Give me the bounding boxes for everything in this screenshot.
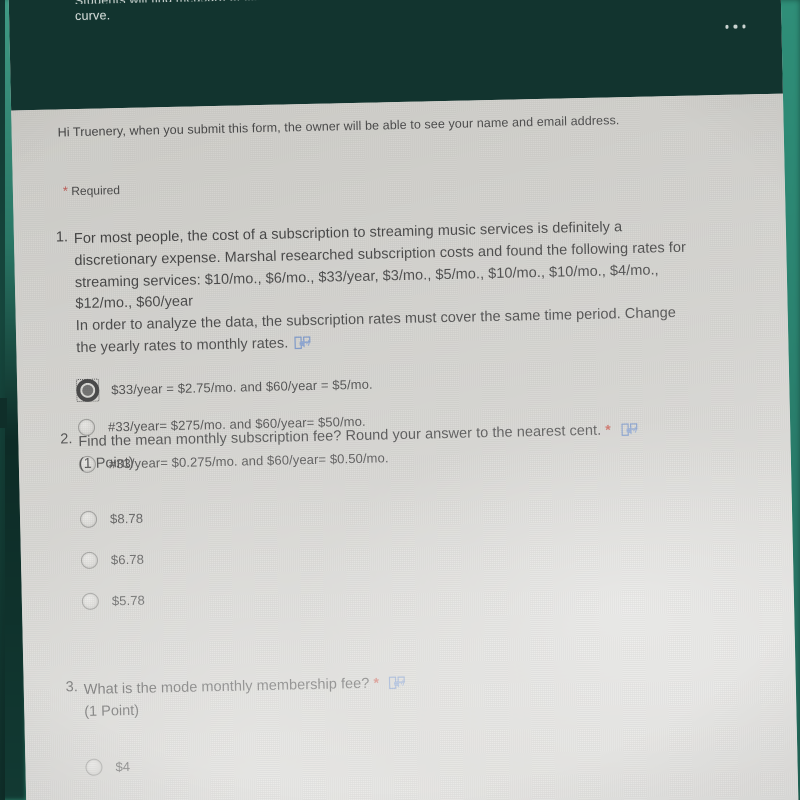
required-note: * Required xyxy=(63,182,120,198)
question-2-number: 2. xyxy=(60,431,73,448)
form-description-line-1: Students will find measure of central te… xyxy=(74,0,634,4)
question-3-line-1: What is the mode monthly membership fee? xyxy=(83,675,370,699)
question-3-option-1-label: $4 xyxy=(115,759,131,775)
form-header: Students will find measure of central te… xyxy=(8,0,783,111)
immersive-reader-icon[interactable] xyxy=(389,675,408,691)
radio-button-selected[interactable] xyxy=(75,378,100,402)
more-options-icon[interactable] xyxy=(724,24,746,29)
question-3-number: 3. xyxy=(65,679,78,696)
question-1-number: 1. xyxy=(55,229,69,246)
question-2-required-star: * xyxy=(605,421,611,438)
immersive-reader-icon[interactable] xyxy=(294,335,313,351)
question-2-options: $8.78 $6.78 $5.78 xyxy=(79,498,146,622)
radio-button[interactable] xyxy=(79,510,98,529)
question-2-option-2-label: $6.78 xyxy=(110,551,145,568)
question-2-option-3[interactable]: $5.78 xyxy=(81,580,145,622)
question-3-option-1[interactable]: $4 xyxy=(85,746,131,788)
question-1-line-6: the yearly rates to monthly rates. xyxy=(76,335,289,356)
question-2-option-3-label: $5.78 xyxy=(111,592,146,609)
question-1-option-1-label: $33/year = $2.75/mo. and $60/year = $5/m… xyxy=(111,376,373,397)
question-1: 1. For most people, the cost of a subscr… xyxy=(55,214,759,473)
question-2-option-2[interactable]: $6.78 xyxy=(80,539,145,581)
privacy-notice: Hi Truenery, when you submit this form, … xyxy=(57,113,620,140)
question-2-option-1-label: $8.78 xyxy=(109,510,144,527)
photo-of-screen: Students will find measure of central te… xyxy=(0,0,800,800)
question-1-line-4: $12/mo., $60/year xyxy=(75,293,194,313)
question-2-option-1[interactable]: $8.78 xyxy=(79,498,144,540)
radio-button[interactable] xyxy=(80,551,99,570)
device-screen: Students will find measure of central te… xyxy=(8,0,800,800)
question-1-option-1[interactable]: $33/year = $2.75/mo. and $60/year = $5/m… xyxy=(75,366,387,407)
form-body: Hi Truenery, when you submit this form, … xyxy=(11,93,800,800)
screen-left-notch xyxy=(0,398,7,428)
radio-button[interactable] xyxy=(81,592,100,611)
form-description-line-2: curve. xyxy=(74,8,111,24)
question-1-text: For most people, the cost of a subscript… xyxy=(74,214,759,359)
question-3-options: $4 xyxy=(85,746,131,788)
required-star: * xyxy=(62,183,69,199)
radio-button[interactable] xyxy=(85,758,103,776)
required-label: Required xyxy=(71,183,121,199)
form-description: Students will find measure of central te… xyxy=(74,0,635,28)
question-3: 3. What is the mode monthly membership f… xyxy=(65,664,767,776)
immersive-reader-icon[interactable] xyxy=(621,422,640,438)
question-3-required-star: * xyxy=(373,674,380,691)
